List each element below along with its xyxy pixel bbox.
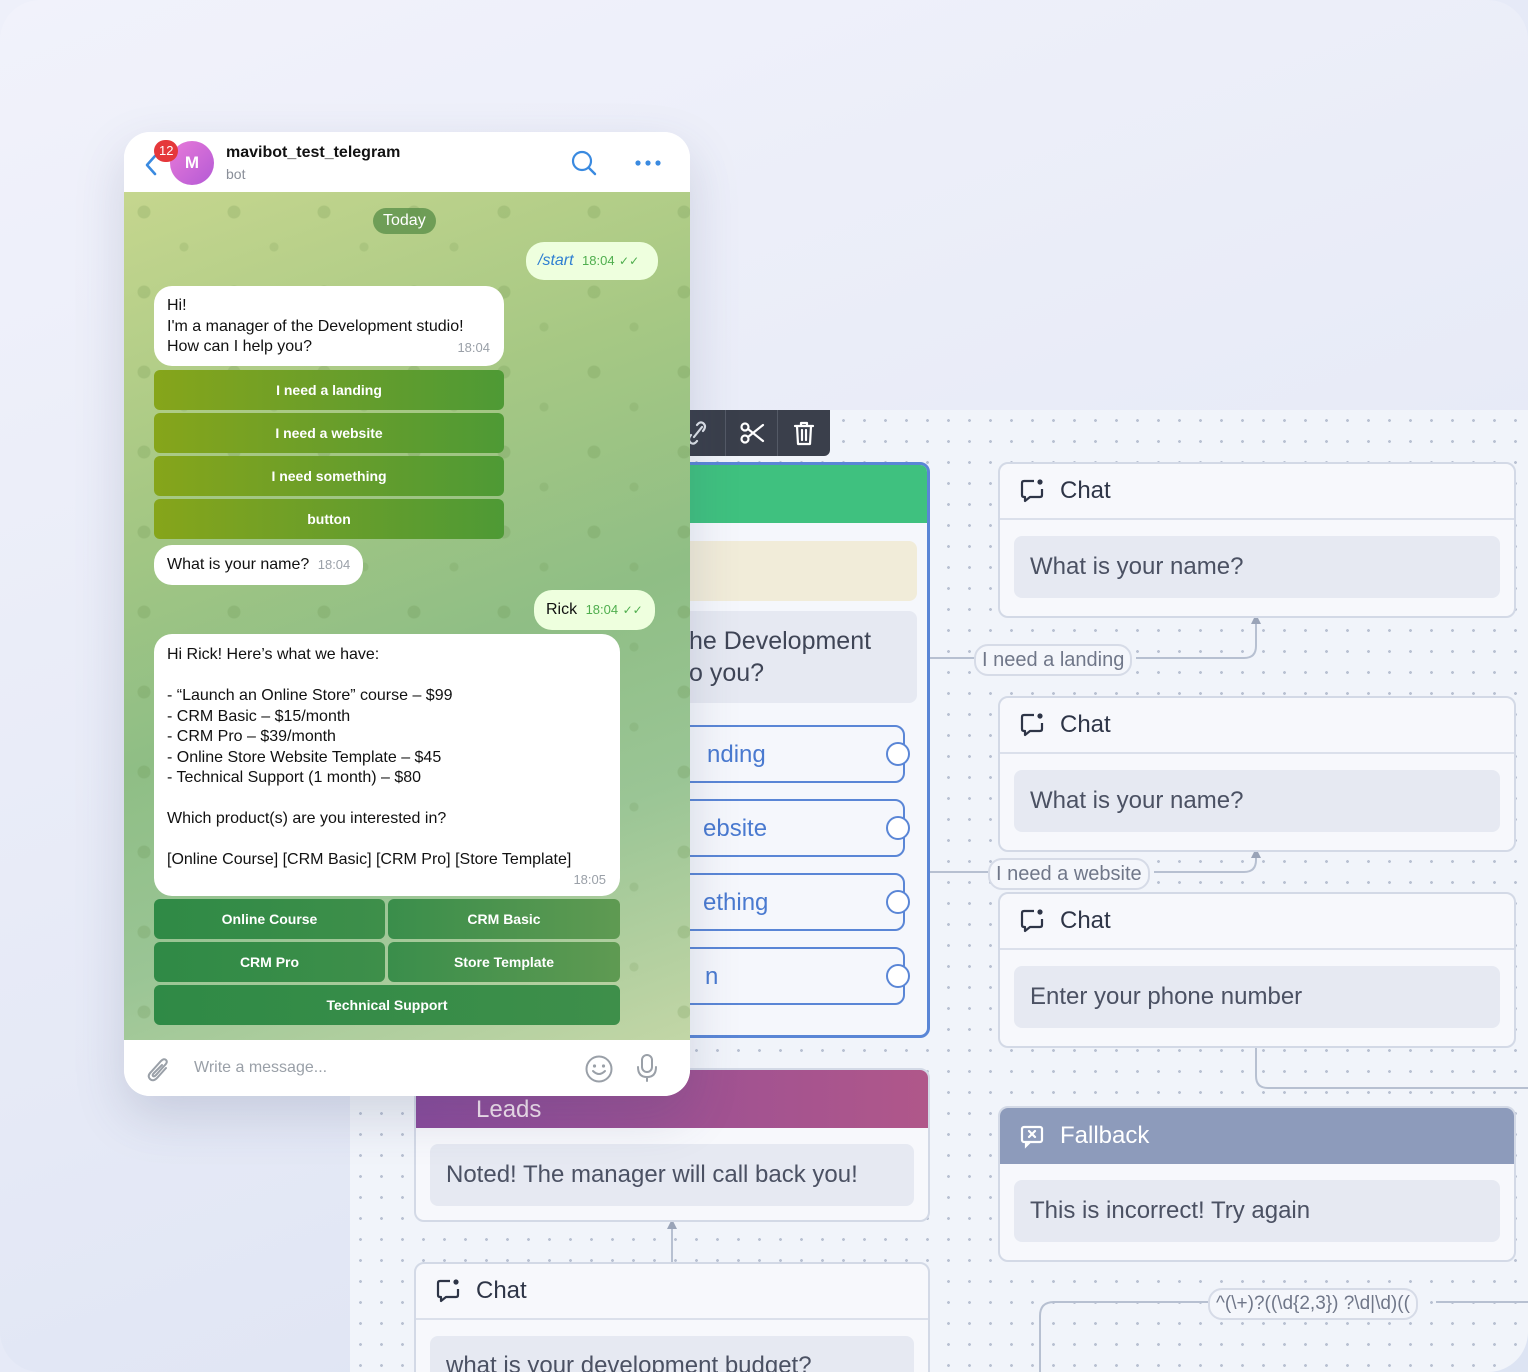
- keyboard-button[interactable]: CRM Pro: [154, 942, 385, 982]
- chat-node-header: Chat: [1000, 464, 1514, 520]
- scissors-icon: [739, 422, 764, 444]
- keyboard-button[interactable]: Online Course: [154, 899, 385, 939]
- attach-button[interactable]: [146, 1056, 172, 1089]
- keyboard-button[interactable]: Store Template: [388, 942, 620, 982]
- message-line: - Online Store Website Template – $45: [167, 748, 442, 766]
- keyboard-button[interactable]: I need a landing: [154, 370, 504, 410]
- message-line: I'm a manager of the Development studio!: [167, 317, 464, 335]
- message-line: [167, 789, 607, 810]
- message-line: [167, 830, 607, 851]
- chat-node[interactable]: Chat what is your development budget?: [414, 1262, 930, 1372]
- message-bubble-in[interactable]: Hi! I'm a manager of the Development stu…: [154, 286, 504, 366]
- chat-node[interactable]: Chat What is your name?: [998, 462, 1516, 618]
- leads-node-title: Leads: [476, 1096, 542, 1123]
- chat-subtitle: bot: [226, 166, 246, 182]
- message-text: Rick: [546, 601, 578, 618]
- chat-header: 12 M mavibot_test_telegram bot: [124, 132, 690, 192]
- smiley-icon: [585, 1055, 613, 1083]
- app-frame: he Development o you? nding ebsite ethin…: [0, 0, 1528, 1372]
- message-time: 18:04: [582, 253, 615, 268]
- chat-node-title: Chat: [476, 1277, 527, 1304]
- chat-node-header: Chat: [416, 1264, 928, 1320]
- node-toolbar: [672, 410, 830, 456]
- chat-node-title: Chat: [1060, 907, 1111, 934]
- message-line: - CRM Pro – $39/month: [167, 728, 336, 745]
- trash-icon: [793, 421, 815, 446]
- message-line: [Online Course] [CRM Basic] [CRM Pro] [S…: [167, 851, 572, 868]
- message-input[interactable]: Write a message...: [194, 1059, 327, 1077]
- unread-badge: 12: [154, 140, 179, 162]
- output-port[interactable]: [886, 742, 910, 766]
- message-bubble-in[interactable]: Hi Rick! Here’s what we have: - “Launch …: [154, 634, 620, 896]
- double-check-icon: ✓✓: [622, 603, 643, 617]
- output-port[interactable]: [886, 890, 910, 914]
- message-line: - CRM Basic – $15/month: [167, 707, 351, 725]
- keyboard-button[interactable]: I need something: [154, 456, 504, 496]
- message-composer: Write a message...: [124, 1040, 690, 1096]
- chat-node-title: Chat: [1060, 477, 1111, 504]
- message-bubble-out[interactable]: Rick 18:04 ✓✓: [534, 590, 655, 630]
- chat-title[interactable]: mavibot_test_telegram: [226, 144, 400, 162]
- chat-node-message: Enter your phone number: [1014, 966, 1500, 1028]
- message-text: What is your name?: [167, 556, 310, 573]
- chat-bubble-icon: [1020, 909, 1044, 933]
- connection-label[interactable]: I need a website: [988, 858, 1150, 890]
- start-node-line-1: he Development: [689, 627, 872, 655]
- fallback-icon: [1020, 1125, 1044, 1149]
- message-time: 18:04: [457, 339, 490, 355]
- leads-node-message: Noted! The manager will call back you!: [430, 1144, 914, 1206]
- fallback-node[interactable]: Fallback This is incorrect! Try again: [998, 1106, 1516, 1262]
- message-bubble-in[interactable]: What is your name? 18:04: [154, 545, 364, 585]
- chat-node-title: Chat: [1060, 711, 1111, 738]
- message-line: - Technical Support (1 month) – $80: [167, 769, 422, 786]
- fallback-node-header: Fallback: [1000, 1108, 1514, 1164]
- message-line: [167, 666, 607, 687]
- keyboard-button[interactable]: CRM Basic: [388, 899, 620, 939]
- message-line: Which product(s) are you interested in?: [167, 810, 447, 827]
- chat-node[interactable]: Chat Enter your phone number: [998, 892, 1516, 1048]
- fallback-node-title: Fallback: [1060, 1122, 1150, 1149]
- message-time: 18:04: [585, 602, 619, 617]
- keyboard-button[interactable]: Technical Support: [154, 985, 620, 1025]
- double-check-icon: ✓✓: [619, 254, 640, 268]
- message-line: - “Launch an Online Store” course – $99: [167, 687, 453, 704]
- start-node-line-2: o you?: [689, 659, 765, 687]
- emoji-button[interactable]: [584, 1054, 614, 1089]
- message-line: Hi!: [167, 297, 187, 314]
- connection-label[interactable]: I need a landing: [974, 644, 1133, 676]
- more-button[interactable]: [634, 150, 662, 181]
- cut-button[interactable]: [726, 410, 778, 456]
- keyboard-button[interactable]: I need a website: [154, 413, 504, 453]
- chat-node[interactable]: Chat What is your name?: [998, 696, 1516, 852]
- chat-messages[interactable]: Today /start 18:04 ✓✓ Hi! I'm a manager …: [124, 192, 690, 1040]
- search-icon: [571, 150, 597, 176]
- chat-bubble-icon: [1020, 479, 1044, 503]
- message-time: 18:04: [317, 557, 351, 572]
- chat-bubble-icon: [436, 1279, 460, 1303]
- message-bubble-out[interactable]: /start 18:04 ✓✓: [526, 242, 658, 280]
- delete-button[interactable]: [778, 410, 830, 456]
- output-port[interactable]: [886, 816, 910, 840]
- telegram-window: 12 M mavibot_test_telegram bot Today /st…: [124, 132, 690, 1096]
- chat-node-header: Chat: [1000, 698, 1514, 754]
- keyboard-button[interactable]: button: [154, 499, 504, 539]
- message-line: How can I help you?: [167, 338, 312, 355]
- chat-node-message: What is your name?: [1014, 536, 1500, 598]
- chat-node-message: what is your development budget?: [430, 1336, 914, 1372]
- microphone-icon: [637, 1054, 657, 1082]
- message-time: 18:05: [573, 871, 606, 887]
- date-separator: Today: [373, 208, 436, 234]
- search-button[interactable]: [570, 149, 598, 182]
- voice-button[interactable]: [636, 1053, 658, 1088]
- chat-bubble-icon: [1020, 713, 1044, 737]
- more-dots-icon: [635, 160, 661, 166]
- paperclip-icon: [147, 1058, 168, 1082]
- connection-label[interactable]: ^(\+)?((\d{2,3}) ?\d|\d)((: [1208, 1288, 1418, 1320]
- chat-node-header: Chat: [1000, 894, 1514, 950]
- output-port[interactable]: [886, 964, 910, 988]
- fallback-node-message: This is incorrect! Try again: [1014, 1180, 1500, 1242]
- chat-node-message: What is your name?: [1014, 770, 1500, 832]
- command-text[interactable]: /start: [538, 252, 574, 269]
- message-line: Hi Rick! Here’s what we have:: [167, 646, 380, 663]
